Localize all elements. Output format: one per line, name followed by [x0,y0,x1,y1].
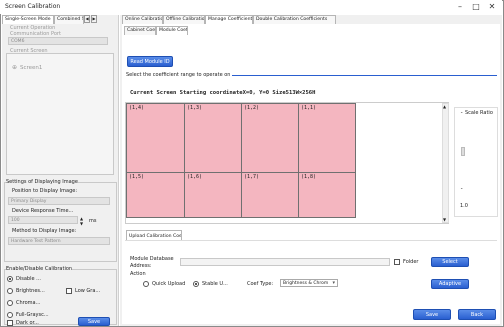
low-gray-label: Low Gra... [75,288,101,294]
comm-port-select[interactable]: COM6 [8,37,108,45]
save-button[interactable]: Save [413,309,451,320]
tab-manage-coefficients[interactable]: Manage Coefficients [205,15,253,24]
minimize-icon[interactable]: – [454,2,466,11]
response-unit: ms [89,218,97,224]
stable-upload-label: Stable U... [202,281,228,287]
quick-upload-radio[interactable] [143,281,149,287]
tab-double-calibration[interactable]: Double Calibration Coefficients [253,15,336,24]
scale-slider-thumb[interactable] [461,147,465,156]
position-select[interactable]: Primary Display [8,197,110,205]
left-save-button[interactable]: Save [78,317,110,326]
adaptive-button[interactable]: Adaptive [431,279,469,289]
screen-info-text: Current Screen Starting coordinateX=0, Y… [130,90,316,96]
tab-single-screen[interactable]: Single-Screen Mode [2,15,54,24]
module-cell[interactable]: (1,3) [184,103,242,173]
screen-list [6,53,114,175]
grid-vertical-scrollbar[interactable] [442,103,449,223]
low-gray-checkbox[interactable] [66,288,72,294]
main-pane: Online Calibration Offline Calibration M… [120,15,502,326]
disable-radio[interactable] [7,276,13,282]
module-database-label: Module Database [130,256,174,262]
coef-type-label: Coef Type: [247,281,274,287]
full-grayscale-label: Full-Graysc... [16,312,49,318]
dark-label: Dark or... [16,320,39,326]
tab-cabinet-coef[interactable]: Cabinet Coef [124,26,156,35]
range-label: Select the coefficient range to operate … [126,72,231,78]
title-bar: Screen Calibration – □ ✕ [0,0,502,14]
response-label: Device Response Time... [12,208,74,214]
module-cell[interactable]: (1,4) [126,103,185,173]
brightness-label: Brightnes... [16,288,45,294]
scale-up-icon[interactable]: ⌃ [460,111,463,116]
position-label: Position to Display Image: [12,188,78,194]
enable-calibration-title: Enable/Disable Calibration [6,266,73,272]
tab-scroll-left-icon[interactable]: ◀ [84,15,90,23]
dark-checkbox[interactable] [7,320,13,326]
scale-ratio-label: Scale Ratio [465,110,493,116]
maximize-icon[interactable]: □ [470,2,482,11]
module-cell[interactable]: (1,8) [298,172,356,218]
close-icon[interactable]: ✕ [486,2,498,11]
tab-online-calibration[interactable]: Online Calibration [122,15,163,24]
module-cell[interactable]: (1,1) [298,103,356,173]
module-cell[interactable]: (1,5) [126,172,185,218]
scroll-up-icon[interactable]: ▲ [443,104,446,109]
window-title: Screen Calibration [5,3,61,10]
coef-type-select[interactable]: Brightness & Chrom [280,279,338,287]
read-module-id-button[interactable]: Read Module ID [127,56,173,67]
tab-combined-screen[interactable]: Combined Sc [54,15,84,24]
tab-module-coef[interactable]: Module Coef [156,26,188,35]
response-time-input[interactable]: 100 [8,216,78,224]
tab-scroll-right-icon[interactable]: ▶ [91,15,97,23]
scale-ratio-panel [454,107,498,217]
disable-label: Disable ... [16,276,41,282]
screen-item[interactable]: Screen1 [20,65,42,71]
display-settings-title: Settings of Displaying Image [6,179,78,185]
select-button[interactable]: Select [431,257,469,267]
method-label: Method to Display Image: [12,228,77,234]
chroma-label: Chroma... [16,300,41,306]
upload-divider [125,240,497,241]
scale-ratio-value: 1.0 [460,203,468,209]
brightness-radio[interactable] [7,288,13,294]
stable-upload-radio[interactable] [193,281,199,287]
full-grayscale-radio[interactable] [7,312,13,318]
range-divider [232,75,497,76]
scroll-down-icon[interactable]: ▼ [443,217,446,222]
module-cell[interactable]: (1,7) [241,172,299,218]
module-cell[interactable]: (1,6) [184,172,242,218]
folder-checkbox[interactable] [394,259,400,265]
tab-offline-calibration[interactable]: Offline Calibration [163,15,205,24]
module-database-label-2: Address: [130,263,152,269]
database-address-input[interactable] [180,258,390,266]
module-cell[interactable]: (1,2) [241,103,299,173]
method-select[interactable]: Hardware Test Pattern [8,237,110,245]
scale-down-icon[interactable]: ⌄ [460,185,463,190]
expand-icon[interactable]: ⊕ [12,64,17,71]
back-button[interactable]: Back [458,309,496,320]
folder-label: Folder [403,259,419,265]
chroma-radio[interactable] [7,300,13,306]
quick-upload-label: Quick Upload [152,281,186,287]
action-label: Action [130,271,146,277]
left-pane: Single-Screen Mode Combined Sc ◀ ▶ Curre… [2,15,119,326]
spin-icon[interactable]: ▲ ▼ [80,216,83,226]
